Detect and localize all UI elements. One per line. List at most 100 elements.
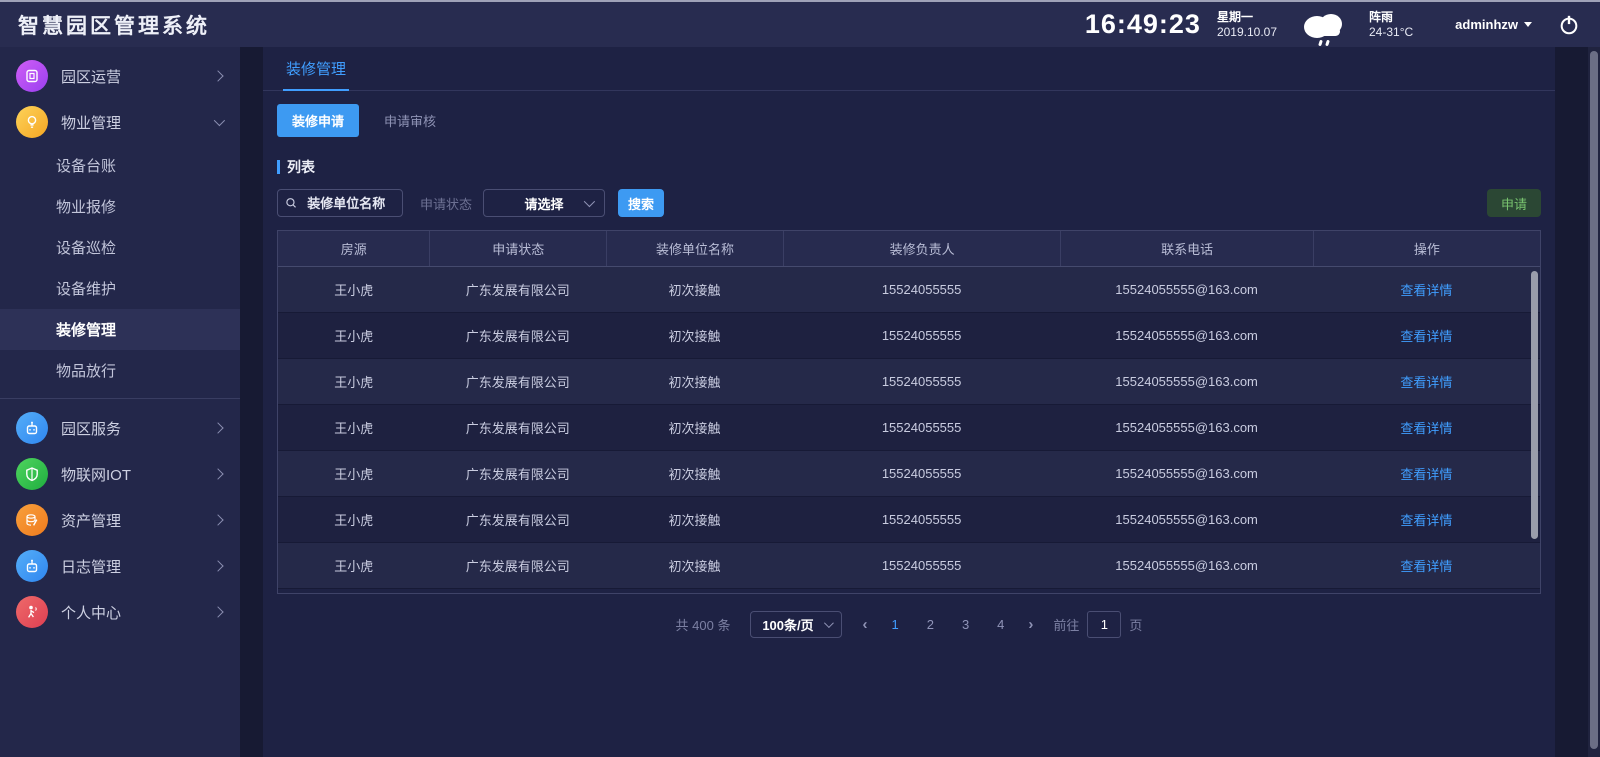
sidebar-item-asset-management[interactable]: 资产管理 xyxy=(0,497,240,543)
next-page-button[interactable]: › xyxy=(1028,616,1033,633)
log-management-icon xyxy=(16,550,48,582)
cell-apply-status: 广东发展有限公司 xyxy=(429,556,606,575)
sidebar-subitem-decoration-management[interactable]: 装修管理 xyxy=(0,309,240,350)
search-input[interactable] xyxy=(297,196,395,211)
view-details-link[interactable]: 查看详情 xyxy=(1400,556,1452,575)
table-scrollbar[interactable] xyxy=(1531,271,1538,539)
property-management-submenu: 设备台账 物业报修 设备巡检 设备维护 装修管理 物品放行 xyxy=(0,145,240,391)
sidebar-subitem-device-maintenance[interactable]: 设备维护 xyxy=(0,268,240,309)
sidebar-subitem-property-repair[interactable]: 物业报修 xyxy=(0,186,240,227)
tab-apply-review[interactable]: 申请审核 xyxy=(369,104,451,137)
park-service-icon xyxy=(16,412,48,444)
view-details-link[interactable]: 查看详情 xyxy=(1400,326,1452,345)
cell-house: 王小虎 xyxy=(278,280,429,299)
sidebar-item-label: 物联网IOT xyxy=(61,464,131,485)
user-menu[interactable]: adminhzw xyxy=(1455,17,1532,32)
search-button[interactable]: 搜索 xyxy=(618,189,664,217)
topbar-right: 16:49:23 星期一 2019.10.07 阵雨 24-31°C admin… xyxy=(1085,5,1580,45)
property-management-icon xyxy=(16,106,48,138)
sidebar-item-iot[interactable]: 物联网IOT xyxy=(0,451,240,497)
view-details-link[interactable]: 查看详情 xyxy=(1400,372,1452,391)
cell-person: 15524055555 xyxy=(783,558,1061,573)
cell-actions: 查看详情 xyxy=(1313,372,1540,391)
sidebar-divider xyxy=(0,398,240,399)
main-content: 装修管理 装修申请 申请审核 列表 申请状态 请选择 搜索 申请 房源 申请状态… xyxy=(263,47,1555,757)
weather-temperature: 24-31°C xyxy=(1369,25,1413,40)
cell-phone: 15524055555@163.com xyxy=(1060,558,1312,573)
view-details-link[interactable]: 查看详情 xyxy=(1400,280,1452,299)
filter-row: 申请状态 请选择 搜索 申请 xyxy=(277,189,1541,217)
status-label: 申请状态 xyxy=(420,194,472,213)
page-size-select[interactable]: 100条/页 xyxy=(750,611,842,638)
view-details-link[interactable]: 查看详情 xyxy=(1400,418,1452,437)
table-row: 王小虎 广东发展有限公司 初次接触 15524055555 1552405555… xyxy=(278,451,1540,497)
cell-unit-name: 初次接触 xyxy=(606,556,783,575)
chevron-down-icon xyxy=(1524,22,1532,27)
cell-phone: 15524055555@163.com xyxy=(1060,374,1312,389)
date-label: 2019.10.07 xyxy=(1217,25,1277,40)
sidebar-item-label: 日志管理 xyxy=(61,556,121,577)
table-row: 王小虎 广东发展有限公司 初次接触 15524055555 1552405555… xyxy=(278,405,1540,451)
cell-actions: 查看详情 xyxy=(1313,556,1540,575)
page-size-value: 100条/页 xyxy=(762,615,813,634)
decoration-table: 房源 申请状态 装修单位名称 装修负责人 联系电话 操作 王小虎 广东发展有限公… xyxy=(277,230,1541,594)
asset-management-icon xyxy=(16,504,48,536)
sub-tabbar: 装修申请 申请审核 xyxy=(277,104,1541,137)
chevron-right-icon xyxy=(212,560,223,571)
sidebar-subitem-device-inspection[interactable]: 设备巡检 xyxy=(0,227,240,268)
cell-apply-status: 广东发展有限公司 xyxy=(429,372,606,391)
cell-apply-status: 广东发展有限公司 xyxy=(429,510,606,529)
cell-person: 15524055555 xyxy=(783,328,1061,343)
chevron-right-icon xyxy=(212,606,223,617)
chevron-right-icon xyxy=(212,70,223,81)
power-button[interactable] xyxy=(1558,14,1580,36)
weather-block: 阵雨 24-31°C xyxy=(1369,10,1413,40)
personal-center-icon xyxy=(16,596,48,628)
sidebar-item-property-management[interactable]: 物业管理 xyxy=(0,99,240,145)
table-header-person: 装修负责人 xyxy=(783,231,1061,266)
cell-unit-name: 初次接触 xyxy=(606,464,783,483)
page-tabbar: 装修管理 xyxy=(263,47,1555,91)
sidebar-item-label: 物业管理 xyxy=(61,112,121,133)
tab-decoration-apply[interactable]: 装修申请 xyxy=(277,104,359,137)
page-number-4[interactable]: 4 xyxy=(993,617,1008,632)
view-details-link[interactable]: 查看详情 xyxy=(1400,510,1452,529)
sidebar-item-label: 个人中心 xyxy=(61,602,121,623)
chevron-right-icon xyxy=(212,422,223,433)
list-title-row: 列表 xyxy=(277,157,1541,177)
search-box[interactable] xyxy=(277,189,403,217)
cell-phone: 15524055555@163.com xyxy=(1060,466,1312,481)
date-block: 星期一 2019.10.07 xyxy=(1217,10,1277,40)
sidebar-item-park-service[interactable]: 园区服务 xyxy=(0,405,240,451)
page-number-3[interactable]: 3 xyxy=(958,617,973,632)
view-details-link[interactable]: 查看详情 xyxy=(1400,464,1452,483)
cell-person: 15524055555 xyxy=(783,420,1061,435)
sidebar-item-log-management[interactable]: 日志管理 xyxy=(0,543,240,589)
sidebar-item-personal-center[interactable]: 个人中心 xyxy=(0,589,240,635)
cell-unit-name: 初次接触 xyxy=(606,326,783,345)
apply-button[interactable]: 申请 xyxy=(1487,189,1541,217)
cell-person: 15524055555 xyxy=(783,374,1061,389)
page-scrollbar-thumb[interactable] xyxy=(1590,51,1598,749)
chevron-right-icon xyxy=(212,514,223,525)
goto-page-input[interactable] xyxy=(1087,611,1121,638)
sidebar-subitem-item-release[interactable]: 物品放行 xyxy=(0,350,240,391)
table-row: 王小虎 广东发展有限公司 初次接触 15524055555 1552405555… xyxy=(278,497,1540,543)
page-number-1[interactable]: 1 xyxy=(887,617,902,632)
cell-house: 王小虎 xyxy=(278,326,429,345)
sidebar-item-park-operation[interactable]: 园区运营 xyxy=(0,53,240,99)
goto-label: 前往 xyxy=(1053,615,1079,634)
page-number-2[interactable]: 2 xyxy=(923,617,938,632)
status-select[interactable]: 请选择 xyxy=(483,189,605,217)
sidebar-subitem-device-ledger[interactable]: 设备台账 xyxy=(0,145,240,186)
cell-house: 王小虎 xyxy=(278,510,429,529)
cell-person: 15524055555 xyxy=(783,466,1061,481)
cell-phone: 15524055555@163.com xyxy=(1060,328,1312,343)
prev-page-button[interactable]: ‹ xyxy=(862,616,867,633)
table-row: 王小虎 广东发展有限公司 初次接触 15524055555 1552405555… xyxy=(278,543,1540,589)
cell-actions: 查看详情 xyxy=(1313,418,1540,437)
cell-actions: 查看详情 xyxy=(1313,464,1540,483)
table-row: 王小虎 广东发展有限公司 初次接触 15524055555 1552405555… xyxy=(278,313,1540,359)
sidebar-item-label: 资产管理 xyxy=(61,510,121,531)
tab-decoration-management[interactable]: 装修管理 xyxy=(283,46,349,91)
